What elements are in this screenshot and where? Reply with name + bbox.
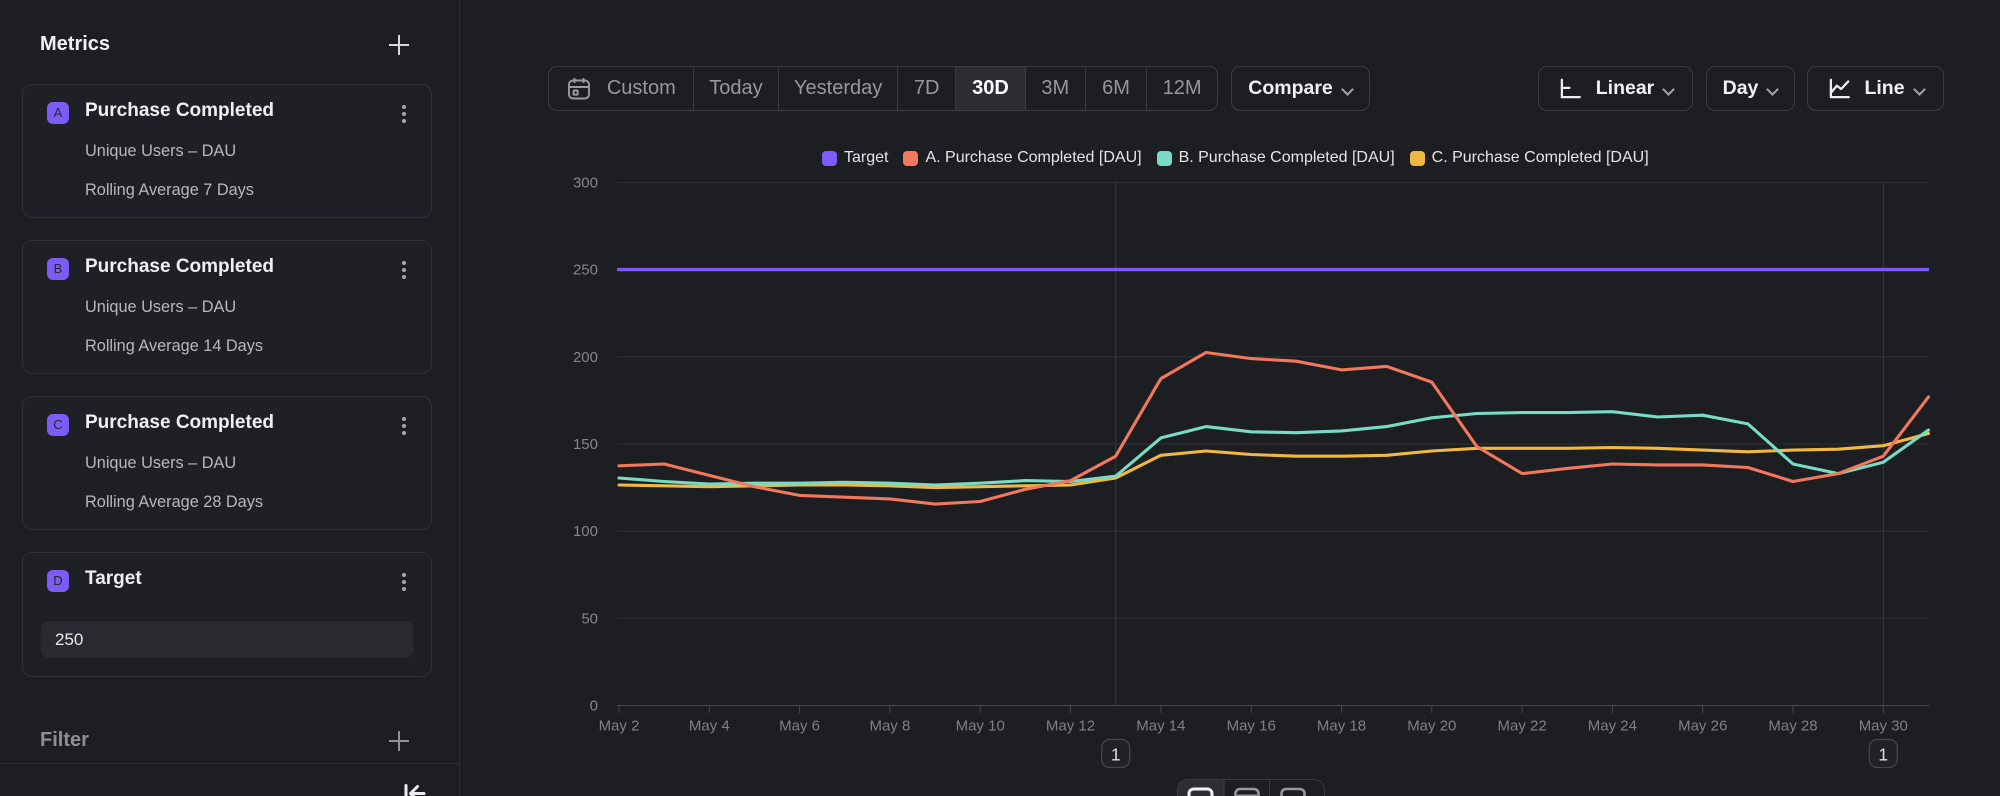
svg-text:300: 300 — [573, 175, 598, 192]
svg-text:May 20: May 20 — [1407, 718, 1456, 735]
svg-text:100: 100 — [573, 523, 598, 540]
svg-text:1: 1 — [1878, 745, 1888, 765]
svg-text:150: 150 — [573, 436, 598, 453]
svg-text:May 18: May 18 — [1317, 718, 1366, 735]
svg-text:May 26: May 26 — [1678, 718, 1727, 735]
svg-text:May 4: May 4 — [689, 718, 730, 735]
svg-text:May 24: May 24 — [1588, 718, 1637, 735]
svg-text:50: 50 — [581, 610, 598, 627]
svg-text:200: 200 — [573, 349, 598, 366]
svg-text:May 12: May 12 — [1046, 718, 1095, 735]
svg-text:250: 250 — [573, 262, 598, 279]
svg-text:0: 0 — [590, 698, 598, 715]
svg-text:May 2: May 2 — [599, 718, 640, 735]
svg-text:May 16: May 16 — [1227, 718, 1276, 735]
svg-text:May 8: May 8 — [869, 718, 910, 735]
svg-text:May 30: May 30 — [1859, 718, 1908, 735]
svg-text:May 22: May 22 — [1497, 718, 1546, 735]
svg-text:May 14: May 14 — [1136, 718, 1185, 735]
svg-text:1: 1 — [1111, 745, 1121, 765]
svg-text:May 28: May 28 — [1768, 718, 1817, 735]
svg-text:May 10: May 10 — [956, 718, 1005, 735]
svg-text:May 6: May 6 — [779, 718, 820, 735]
